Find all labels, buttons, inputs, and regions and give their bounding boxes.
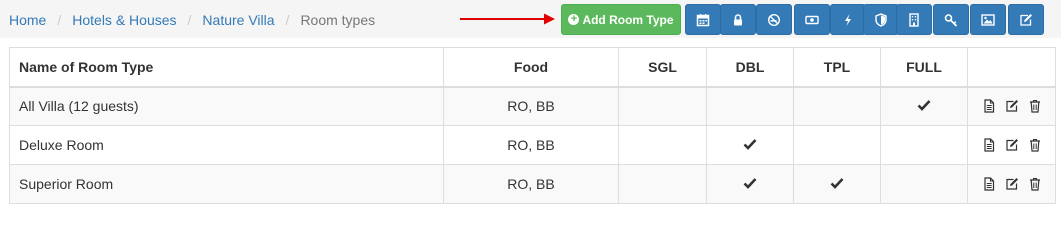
column-header-dbl: DBL: [706, 47, 794, 88]
shield-icon: [875, 12, 887, 27]
delete-icon[interactable]: [1028, 99, 1042, 113]
money-button[interactable]: [794, 4, 830, 35]
view-details-icon[interactable]: [982, 177, 996, 191]
occupancy-sgl-cell: [618, 125, 707, 165]
occupancy-dbl-cell: [706, 125, 794, 165]
key-button[interactable]: [933, 4, 969, 35]
breadcrumb-separator: /: [285, 12, 290, 28]
check-icon: [830, 176, 844, 192]
view-details-icon[interactable]: [982, 138, 996, 152]
column-header-tpl: TPL: [793, 47, 881, 88]
breadcrumb-current: Room types: [300, 12, 376, 28]
edit-row-icon[interactable]: [1005, 177, 1019, 191]
shield-button[interactable]: [863, 4, 899, 35]
row-actions: [967, 164, 1056, 204]
breadcrumb-hotels-houses[interactable]: Hotels & Houses: [72, 12, 176, 28]
breadcrumb-nature-villa[interactable]: Nature Villa: [202, 12, 274, 28]
calendar-icon: [696, 13, 710, 26]
check-icon: [917, 98, 931, 114]
column-header-name: Name of Room Type: [9, 47, 444, 88]
row-actions: [967, 125, 1056, 165]
money-icon: [805, 15, 819, 24]
edit-button[interactable]: [1008, 4, 1044, 35]
bolt-button[interactable]: [830, 4, 866, 35]
occupancy-sgl-cell: [618, 86, 707, 126]
check-icon: [743, 137, 757, 153]
table-header-row: Name of Room Type Food SGL DBL TPL FULL: [9, 47, 1056, 88]
occupancy-tpl-cell: [793, 86, 881, 126]
breadcrumb-separator: /: [57, 12, 62, 28]
edit-row-icon[interactable]: [1005, 99, 1019, 113]
occupancy-dbl-cell: [706, 86, 794, 126]
image-icon: [981, 13, 995, 26]
occupancy-tpl-cell: [793, 164, 881, 204]
occupancy-full-cell: [880, 164, 968, 204]
column-header-sgl: SGL: [618, 47, 707, 88]
room-type-name: Deluxe Room: [9, 125, 444, 165]
column-header-full: FULL: [880, 47, 968, 88]
no-smoking-button[interactable]: [756, 4, 792, 35]
edit-row-icon[interactable]: [1005, 138, 1019, 152]
building-button[interactable]: [896, 4, 932, 35]
view-details-icon[interactable]: [982, 99, 996, 113]
annotation-arrow: [460, 13, 555, 25]
lock-icon: [734, 13, 742, 25]
add-room-type-label: Add Room Type: [582, 12, 674, 27]
row-actions: [967, 86, 1056, 126]
room-types-table: Name of Room Type Food SGL DBL TPL FULL …: [9, 47, 1056, 204]
bolt-icon: [845, 13, 851, 26]
check-icon: [743, 176, 757, 192]
room-type-name: Superior Room: [9, 164, 444, 204]
table-row: Superior Room RO, BB: [9, 164, 1056, 204]
room-type-food: RO, BB: [443, 86, 619, 126]
column-header-food: Food: [443, 47, 619, 88]
column-header-actions: [967, 47, 1056, 88]
breadcrumb-home[interactable]: Home: [9, 12, 46, 28]
occupancy-dbl-cell: [706, 164, 794, 204]
occupancy-full-cell: [880, 125, 968, 165]
room-type-food: RO, BB: [443, 125, 619, 165]
edit-icon: [1020, 13, 1032, 26]
no-smoking-icon: [767, 13, 781, 26]
room-type-food: RO, BB: [443, 164, 619, 204]
building-icon: [909, 12, 919, 27]
breadcrumb: Home / Hotels & Houses / Nature Villa / …: [9, 11, 375, 29]
table-body: All Villa (12 guests) RO, BB Deluxe Room RO…: [9, 86, 1056, 204]
plus-circle-icon: +: [568, 14, 580, 25]
occupancy-tpl-cell: [793, 125, 881, 165]
table-row: All Villa (12 guests) RO, BB: [9, 86, 1056, 126]
lock-button[interactable]: [720, 4, 756, 35]
calendar-button[interactable]: [685, 4, 721, 35]
image-button[interactable]: [970, 4, 1006, 35]
room-type-name: All Villa (12 guests): [9, 86, 444, 126]
delete-icon[interactable]: [1028, 177, 1042, 191]
delete-icon[interactable]: [1028, 138, 1042, 152]
occupancy-sgl-cell: [618, 164, 707, 204]
breadcrumb-separator: /: [187, 12, 192, 28]
add-room-type-button[interactable]: + Add Room Type: [561, 4, 681, 35]
key-icon: [944, 13, 958, 27]
breadcrumb-bar: Home / Hotels & Houses / Nature Villa / …: [0, 0, 1061, 38]
occupancy-full-cell: [880, 86, 968, 126]
table-row: Deluxe Room RO, BB: [9, 125, 1056, 165]
